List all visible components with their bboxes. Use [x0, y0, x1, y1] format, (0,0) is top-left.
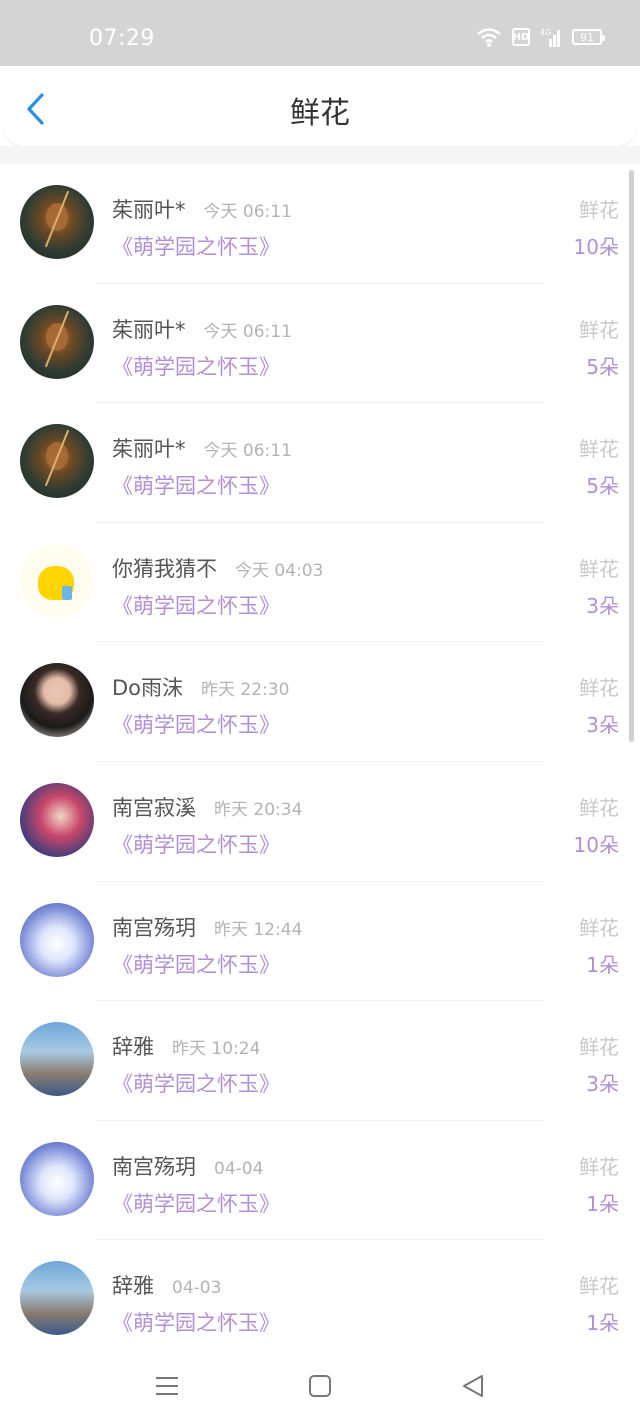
- name-line: 茱丽叶* 今天 06:11: [112, 314, 292, 344]
- gift-type-label: 鲜花: [579, 437, 619, 462]
- girl-seaside-avatar[interactable]: [20, 1261, 94, 1336]
- pikachu-avatar[interactable]: [20, 543, 94, 618]
- status-time: 07:29: [89, 26, 155, 51]
- gift-time: 昨天 12:44: [214, 919, 303, 940]
- list-item[interactable]: 茱丽叶* 今天 06:11 《萌学园之怀玉》 鲜花 5朵: [0, 284, 640, 404]
- network-label: 4G: [540, 28, 551, 37]
- book-title-link[interactable]: 《萌学园之怀玉》: [112, 1307, 280, 1337]
- gift-time: 昨天 20:34: [214, 799, 303, 820]
- book-title-link[interactable]: 《萌学园之怀玉》: [112, 231, 280, 261]
- gift-type-label: 鲜花: [579, 556, 619, 581]
- scrollbar[interactable]: [629, 170, 634, 742]
- list-item[interactable]: 南宫寂溪 昨天 20:34 《萌学园之怀玉》 鲜花 10朵: [0, 762, 640, 882]
- book-title-link[interactable]: 《萌学园之怀玉》: [112, 1068, 280, 1098]
- user-name[interactable]: 辞雅: [112, 1031, 154, 1061]
- wifi-icon: [477, 28, 501, 47]
- name-line: 辞雅 昨天 10:24: [112, 1031, 260, 1061]
- anime-girl-avatar[interactable]: [20, 782, 94, 857]
- name-line: 茱丽叶* 今天 06:11: [112, 433, 292, 463]
- white-angel-avatar[interactable]: [20, 902, 94, 977]
- gift-count: 10朵: [573, 235, 619, 259]
- monkey-king-avatar[interactable]: [20, 304, 94, 379]
- book-title-link[interactable]: 《萌学园之怀玉》: [112, 1188, 280, 1218]
- book-title-link[interactable]: 《萌学园之怀玉》: [112, 829, 280, 859]
- user-name[interactable]: 南宫寂溪: [112, 792, 196, 822]
- gift-type-label: 鲜花: [579, 1035, 619, 1060]
- list-item[interactable]: 辞雅 04-03 《萌学园之怀玉》 鲜花 1朵: [0, 1240, 640, 1349]
- gift-time: 今天 06:11: [203, 441, 292, 462]
- list-item[interactable]: Do雨沫 昨天 22:30 《萌学园之怀玉》 鲜花 3朵: [0, 642, 640, 762]
- user-name[interactable]: 茱丽叶*: [112, 314, 186, 344]
- gift-type-label: 鲜花: [579, 317, 619, 342]
- flower-gift-list[interactable]: 茱丽叶* 今天 06:11 《萌学园之怀玉》 鲜花 10朵 茱丽叶* 今天 06:11 《萌学…: [0, 164, 640, 1349]
- gift-count: 1朵: [586, 1191, 619, 1216]
- name-line: 辞雅 04-03: [112, 1270, 221, 1300]
- gift-type-label: 鲜花: [579, 915, 619, 940]
- boy-portrait-avatar[interactable]: [20, 663, 94, 738]
- gift-time: 昨天 22:30: [201, 680, 290, 701]
- book-title-link[interactable]: 《萌学园之怀玉》: [112, 709, 280, 739]
- book-title-link[interactable]: 《萌学园之怀玉》: [112, 351, 280, 381]
- list-item[interactable]: 辞雅 昨天 10:24 《萌学园之怀玉》 鲜花 3朵: [0, 1001, 640, 1121]
- list-item[interactable]: 茱丽叶* 今天 06:11 《萌学园之怀玉》 鲜花 10朵: [0, 164, 640, 284]
- user-name[interactable]: 南宫殇玥: [112, 912, 196, 942]
- hd-badge: HD: [512, 28, 530, 46]
- gift-type-label: 鲜花: [579, 1154, 619, 1179]
- gift-type-label: 鲜花: [579, 795, 619, 820]
- signal-icon: 4G: [540, 28, 560, 47]
- back-triangle-icon[interactable]: [458, 1371, 488, 1401]
- name-line: 南宫殇玥 昨天 12:44: [112, 912, 302, 942]
- user-name[interactable]: 辞雅: [112, 1270, 154, 1300]
- home-square-icon[interactable]: [305, 1371, 335, 1401]
- gift-time: 今天 06:11: [203, 202, 292, 222]
- gift-type-label: 鲜花: [579, 676, 619, 701]
- monkey-king-avatar[interactable]: [20, 424, 94, 499]
- status-bar: 07:29 HD 4G 91: [0, 0, 640, 66]
- gift-count: 3朵: [586, 593, 619, 618]
- list-item[interactable]: 你猜我猜不 今天 04:03 《萌学园之怀玉》 鲜花 3朵: [0, 523, 640, 643]
- name-line: 你猜我猜不 今天 04:03: [112, 553, 323, 583]
- list-item[interactable]: 茱丽叶* 今天 06:11 《萌学园之怀玉》 鲜花 5朵: [0, 403, 640, 523]
- header-divider: [0, 146, 640, 164]
- list-item[interactable]: 南宫殇玥 04-04 《萌学园之怀玉》 鲜花 1朵: [0, 1121, 640, 1241]
- user-name[interactable]: 南宫殇玥: [112, 1151, 196, 1181]
- name-line: 茱丽叶* 今天 06:11: [112, 194, 292, 224]
- gift-time: 昨天 10:24: [172, 1039, 261, 1060]
- gift-count: 5朵: [586, 354, 619, 379]
- user-name[interactable]: 茱丽叶*: [112, 194, 186, 224]
- header: 鲜花: [2, 66, 638, 146]
- gift-type-label: 鲜花: [579, 198, 619, 222]
- book-title-link[interactable]: 《萌学园之怀玉》: [112, 590, 280, 620]
- gift-type-label: 鲜花: [579, 1274, 619, 1299]
- menu-icon[interactable]: [152, 1371, 182, 1401]
- list-item[interactable]: 南宫殇玥 昨天 12:44 《萌学园之怀玉》 鲜花 1朵: [0, 882, 640, 1002]
- user-name[interactable]: 茱丽叶*: [112, 433, 186, 463]
- gift-time: 今天 04:03: [235, 560, 324, 581]
- name-line: Do雨沫 昨天 22:30: [112, 672, 289, 702]
- gift-count: 5朵: [586, 474, 619, 499]
- name-line: 南宫殇玥 04-04: [112, 1151, 263, 1181]
- user-name[interactable]: 你猜我猜不: [112, 553, 217, 583]
- page-title: 鲜花: [290, 96, 350, 131]
- girl-seaside-avatar[interactable]: [20, 1022, 94, 1097]
- gift-count: 3朵: [586, 1072, 619, 1097]
- system-nav-bar: [0, 1349, 640, 1422]
- gift-count: 1朵: [586, 1311, 619, 1336]
- gift-time: 04-03: [172, 1278, 222, 1299]
- battery-icon: 91: [572, 29, 605, 45]
- gift-count: 3朵: [586, 713, 619, 738]
- name-line: 南宫寂溪 昨天 20:34: [112, 792, 302, 822]
- book-title-link[interactable]: 《萌学园之怀玉》: [112, 470, 280, 500]
- monkey-king-avatar[interactable]: [20, 185, 94, 259]
- status-icons: HD 4G 91: [476, 26, 605, 48]
- gift-time: 今天 06:11: [203, 321, 292, 342]
- white-angel-avatar[interactable]: [20, 1141, 94, 1216]
- gift-count: 1朵: [586, 952, 619, 977]
- user-name[interactable]: Do雨沫: [112, 672, 183, 702]
- book-title-link[interactable]: 《萌学园之怀玉》: [112, 949, 280, 979]
- gift-count: 10朵: [573, 832, 619, 857]
- gift-time: 04-04: [214, 1158, 264, 1179]
